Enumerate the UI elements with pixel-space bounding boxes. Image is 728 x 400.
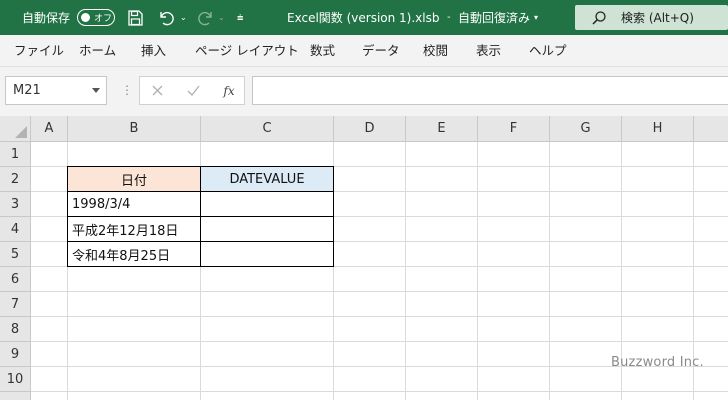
cell-b5[interactable]: 令和4年8月25日: [67, 241, 201, 267]
search-label: 検索 (Alt+Q): [621, 11, 694, 25]
autosave-state: オフ: [94, 14, 113, 24]
cell-c2-datevalue-header[interactable]: DATEVALUE: [200, 166, 334, 192]
gridline: [405, 142, 406, 400]
search-icon: [591, 10, 611, 26]
row-header-4[interactable]: 4: [0, 217, 31, 242]
select-all-button[interactable]: [0, 116, 31, 142]
redo-icon[interactable]: [197, 0, 215, 35]
insert-function-icon[interactable]: fx: [214, 77, 244, 104]
column-header-overflow[interactable]: [694, 116, 728, 142]
tab-home[interactable]: ホーム: [79, 35, 116, 67]
column-header-h[interactable]: H: [622, 116, 694, 142]
cell-b2-date-header[interactable]: 日付: [67, 166, 201, 192]
row-header-overflow[interactable]: [0, 392, 31, 400]
row-header-7[interactable]: 7: [0, 292, 31, 317]
customize-toolbar-icon[interactable]: ⩧: [237, 0, 243, 35]
row-header-9[interactable]: 9: [0, 342, 31, 367]
undo-dropdown-icon[interactable]: ⌄: [180, 0, 187, 35]
tab-page-layout[interactable]: ページ レイアウト: [195, 35, 299, 67]
gridline: [477, 142, 478, 400]
name-box[interactable]: M21: [5, 76, 107, 105]
formula-input[interactable]: [252, 76, 728, 105]
save-status-dropdown-icon[interactable]: ▾: [534, 0, 538, 35]
gridline: [31, 316, 728, 317]
row-header-2[interactable]: 2: [0, 167, 31, 192]
enter-icon[interactable]: [178, 77, 208, 104]
formula-bar-grip-icon[interactable]: ⋮: [121, 83, 133, 97]
search-box[interactable]: 検索 (Alt+Q): [575, 5, 728, 30]
tab-insert[interactable]: 挿入: [141, 35, 166, 67]
column-header-f[interactable]: F: [478, 116, 550, 142]
document-title: Excel関数 (version 1).xlsb: [287, 11, 440, 25]
tab-help[interactable]: ヘルプ: [529, 35, 567, 67]
cell-c4[interactable]: [200, 216, 334, 242]
gridline: [549, 142, 550, 400]
formula-bar: M21 ⋮ fx: [0, 67, 728, 116]
row-header-8[interactable]: 8: [0, 317, 31, 342]
name-box-value: M21: [13, 83, 41, 98]
row-header-3[interactable]: 3: [0, 192, 31, 217]
name-box-dropdown-icon[interactable]: [92, 88, 100, 93]
autosave-toggle[interactable]: オフ: [77, 9, 115, 26]
cell-b3[interactable]: 1998/3/4: [67, 191, 201, 217]
row-header-5[interactable]: 5: [0, 242, 31, 267]
title-bar: 自動保存 オフ ⌄ ⌄ ⩧ Excel関数 (version 1).xlsb -…: [0, 0, 728, 35]
column-header-e[interactable]: E: [406, 116, 478, 142]
tab-formulas[interactable]: 数式: [310, 35, 335, 67]
column-header-c[interactable]: C: [201, 116, 334, 142]
cell-c3[interactable]: [200, 191, 334, 217]
save-status[interactable]: 自動回復済み: [458, 0, 530, 35]
column-header-a[interactable]: A: [31, 116, 68, 142]
toggle-knob: [81, 13, 90, 22]
row-header-10[interactable]: 10: [0, 367, 31, 392]
column-header-b[interactable]: B: [68, 116, 201, 142]
formula-buttons: fx: [139, 76, 245, 105]
column-header-d[interactable]: D: [334, 116, 406, 142]
title-separator: -: [447, 12, 451, 23]
gridline: [31, 391, 728, 392]
gridline: [31, 341, 728, 342]
ribbon-tabs: ファイル ホーム 挿入 ページ レイアウト 数式 データ 校閲 表示 ヘルプ: [0, 35, 728, 67]
cell-c5[interactable]: [200, 241, 334, 267]
gridline: [31, 291, 728, 292]
tab-file[interactable]: ファイル: [14, 35, 64, 67]
tab-review[interactable]: 校閲: [423, 35, 448, 67]
redo-dropdown-icon[interactable]: ⌄: [218, 0, 225, 35]
watermark: Buzzword Inc.: [611, 355, 704, 370]
column-header-g[interactable]: G: [550, 116, 622, 142]
save-icon[interactable]: [127, 0, 143, 35]
cell-b4[interactable]: 平成2年12月18日: [67, 216, 201, 242]
select-all-triangle-icon: [15, 126, 27, 138]
row-header-1[interactable]: 1: [0, 142, 31, 167]
row-header-6[interactable]: 6: [0, 267, 31, 292]
autosave-label: 自動保存: [22, 11, 71, 25]
tab-view[interactable]: 表示: [476, 35, 501, 67]
cancel-icon[interactable]: [142, 77, 172, 104]
undo-icon[interactable]: [157, 0, 175, 35]
tab-data[interactable]: データ: [362, 35, 400, 67]
